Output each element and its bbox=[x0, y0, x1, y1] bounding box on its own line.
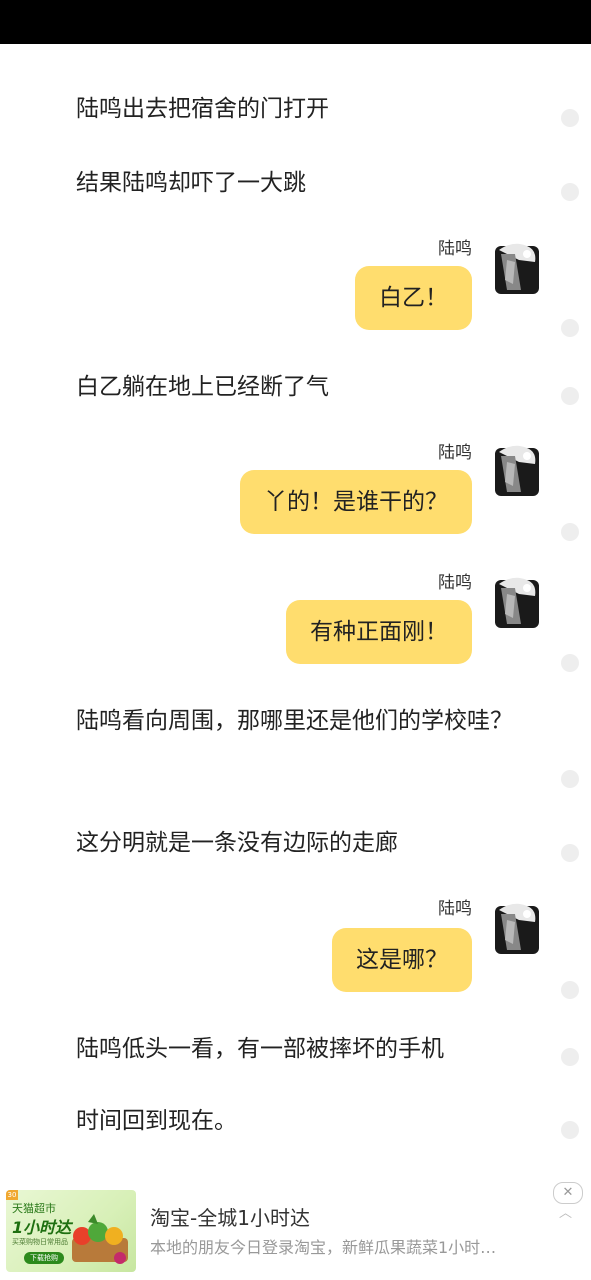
speaker-name: 陆鸣 bbox=[438, 443, 472, 463]
ad-banner[interactable]: 30 天猫超市 1小时达 买菜购物日常用品 下载抢购 淘宝-全城1小时达 本地的… bbox=[0, 1180, 591, 1280]
comment-dot-icon[interactable] bbox=[561, 1048, 579, 1066]
avatar[interactable] bbox=[493, 442, 541, 498]
dialog-bubble: 这是哪？ bbox=[332, 928, 472, 992]
story-paragraph: 时间回到现在。 bbox=[76, 1108, 237, 1134]
comment-dot-icon[interactable] bbox=[561, 770, 579, 788]
story-paragraph: 结果陆鸣却吓了一大跳 bbox=[76, 170, 306, 196]
speaker-name: 陆鸣 bbox=[438, 899, 472, 919]
comment-dot-icon[interactable] bbox=[561, 981, 579, 999]
close-icon[interactable]: ✕ bbox=[553, 1182, 583, 1204]
avatar[interactable] bbox=[493, 574, 541, 630]
comment-dot-icon[interactable] bbox=[561, 387, 579, 405]
avatar-image bbox=[495, 243, 539, 294]
dialog-bubble: 白乙！ bbox=[355, 266, 472, 330]
dialog-bubble: 有种正面刚！ bbox=[286, 600, 472, 664]
comment-dot-icon[interactable] bbox=[561, 109, 579, 127]
comment-dot-icon[interactable] bbox=[561, 319, 579, 337]
ad-thumb-button: 下载抢购 bbox=[24, 1252, 64, 1264]
speaker-name: 陆鸣 bbox=[438, 239, 472, 259]
comment-dot-icon[interactable] bbox=[561, 844, 579, 862]
ad-thumb-sub: 买菜购物日常用品 bbox=[12, 1238, 68, 1246]
comment-dot-icon[interactable] bbox=[561, 1121, 579, 1139]
reader-content[interactable]: 陆鸣出去把宿舍的门打开 结果陆鸣却吓了一大跳 陆鸣 白乙！ 白乙躺在地上已经断了… bbox=[0, 44, 591, 1180]
story-paragraph: 白乙躺在地上已经断了气 bbox=[76, 374, 329, 400]
comment-dot-icon[interactable] bbox=[561, 183, 579, 201]
vegetable-basket-icon bbox=[72, 1214, 128, 1264]
story-paragraph: 陆鸣低头一看，有一部被摔坏的手机 bbox=[76, 1036, 444, 1062]
status-bar bbox=[0, 0, 591, 44]
comment-dot-icon[interactable] bbox=[561, 654, 579, 672]
ad-description[interactable]: 本地的朋友今日登录淘宝，新鲜瓜果蔬菜1小时… bbox=[150, 1234, 550, 1258]
speaker-name: 陆鸣 bbox=[438, 573, 472, 593]
ad-badge-icon: 30 bbox=[6, 1190, 18, 1200]
dialog-bubble: 丫的！是谁干的？ bbox=[240, 470, 472, 534]
story-paragraph: 这分明就是一条没有边际的走廊 bbox=[76, 830, 398, 856]
avatar-image bbox=[495, 445, 539, 496]
story-paragraph: 陆鸣出去把宿舍的门打开 bbox=[76, 96, 329, 122]
avatar[interactable] bbox=[493, 900, 541, 956]
comment-dot-icon[interactable] bbox=[561, 523, 579, 541]
avatar-image bbox=[495, 577, 539, 628]
chevron-up-icon[interactable]: ︿ bbox=[559, 1202, 572, 1221]
avatar[interactable] bbox=[493, 240, 541, 296]
avatar-image bbox=[495, 903, 539, 954]
story-paragraph: 陆鸣看向周围，那哪里还是他们的学校哇？ bbox=[76, 708, 513, 734]
ad-title[interactable]: 淘宝-全城1小时达 bbox=[150, 1202, 310, 1231]
ad-thumb-headline: 1小时达 bbox=[12, 1218, 72, 1237]
ad-thumbnail[interactable]: 30 天猫超市 1小时达 买菜购物日常用品 下载抢购 bbox=[6, 1190, 136, 1272]
